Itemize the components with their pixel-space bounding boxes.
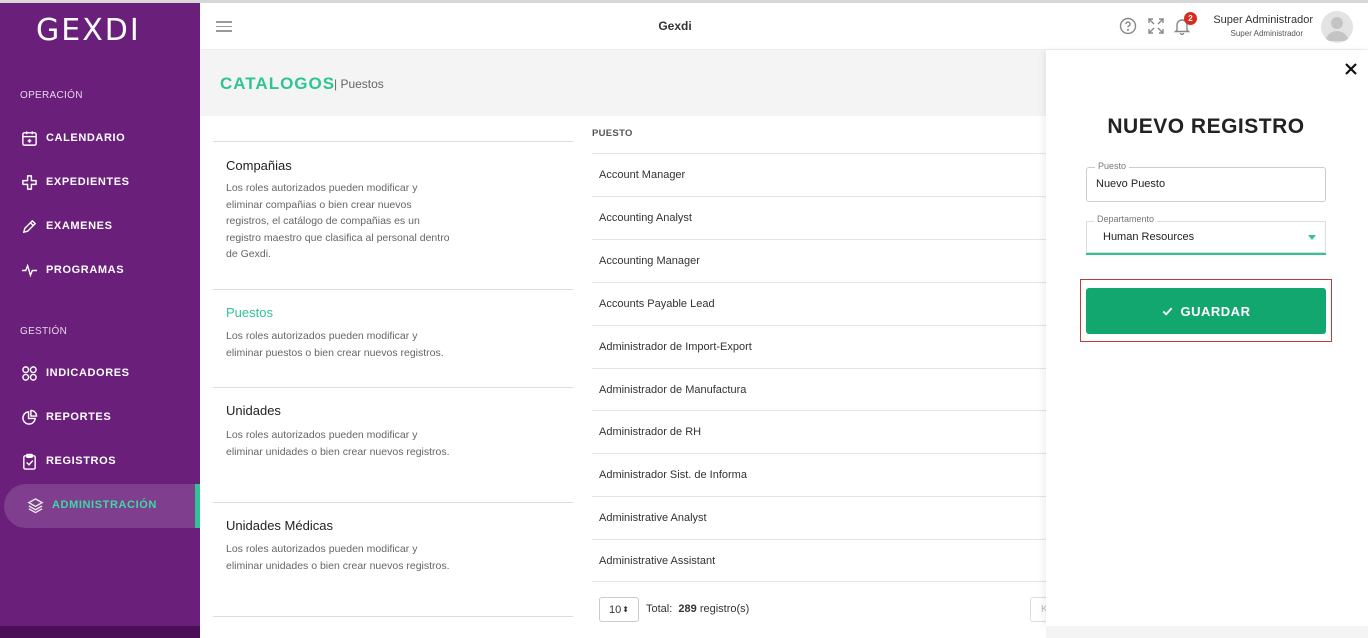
sidebar-item-label: EXAMENES: [46, 220, 113, 232]
sidebar-item-indicadores[interactable]: INDICADORES: [20, 358, 190, 388]
top-header: Gexdi 2 Super Administrador Super Admini…: [200, 3, 1368, 50]
save-button[interactable]: GUARDAR: [1086, 288, 1326, 334]
catalog-item-unidades-medicas[interactable]: Unidades Médicas Los roles autorizados p…: [213, 502, 573, 617]
catalog-description: Los roles autorizados pueden modificar y…: [226, 543, 450, 572]
table-row[interactable]: Administrador de Import-Export: [592, 325, 1046, 368]
sidebar-item-label: PROGRAMAS: [46, 264, 125, 276]
table-row[interactable]: Accounting Manager: [592, 239, 1046, 282]
sidebar-item-registros[interactable]: REGISTROS: [20, 446, 190, 476]
page-size-value: 10: [609, 603, 622, 616]
sort-arrows-icon: ⬍: [622, 605, 629, 614]
close-icon[interactable]: [1343, 61, 1359, 77]
save-button-label: GUARDAR: [1180, 303, 1251, 319]
dropdown-arrow-icon: [1308, 235, 1316, 240]
user-role: Super Administrador: [1230, 29, 1303, 38]
help-icon[interactable]: [1119, 17, 1137, 35]
catalog-title[interactable]: Unidades: [226, 403, 281, 418]
section-label-gestion: GESTIÓN: [20, 326, 68, 337]
panel-bottom-strip: [1046, 626, 1368, 638]
column-header-puesto[interactable]: PUESTO: [592, 128, 633, 139]
catalog-card: Compañias Los roles autorizados pueden m…: [200, 116, 1046, 638]
sidebar-item-expedientes[interactable]: EXPEDIENTES: [20, 167, 190, 197]
section-label-operacion: OPERACIÓN: [20, 90, 83, 101]
catalog-title[interactable]: Unidades Médicas: [226, 518, 333, 533]
catalog-item-unidades[interactable]: Unidades Los roles autorizados pueden mo…: [213, 387, 573, 502]
sidebar-item-reportes[interactable]: REPORTES: [20, 402, 190, 432]
departamento-select[interactable]: Departamento Human Resources: [1086, 214, 1326, 255]
sidebar-item-label: REPORTES: [46, 411, 112, 423]
page-size-select[interactable]: 10 ⬍: [599, 597, 639, 622]
pencil-icon: [20, 217, 38, 235]
total-records: Total: 289 registro(s): [646, 603, 749, 615]
catalog-title[interactable]: Compañias: [226, 158, 292, 173]
puesto-input[interactable]: Nuevo Puesto: [1096, 178, 1165, 190]
layers-icon: [26, 496, 44, 514]
grid-icon: [20, 364, 38, 382]
pie-chart-icon: [20, 408, 38, 426]
avatar[interactable]: [1321, 11, 1353, 43]
puesto-field[interactable]: Puesto Nuevo Puesto: [1086, 161, 1326, 202]
table-row[interactable]: Administrative Analyst: [592, 496, 1046, 539]
table-row[interactable]: Accounts Payable Lead: [592, 282, 1046, 325]
departamento-value: Human Resources: [1103, 231, 1195, 243]
sidebar-item-label: ADMINISTRACIÓN: [52, 499, 157, 511]
total-label: Total:: [646, 603, 673, 615]
puesto-label: Puesto: [1095, 161, 1130, 171]
table-row[interactable]: Administrador Sist. de Informa: [592, 453, 1046, 496]
table-row[interactable]: Account Manager: [592, 153, 1046, 196]
app-logo[interactable]: GEXDI: [36, 13, 141, 48]
catalog-title[interactable]: Puestos: [226, 305, 273, 320]
new-record-panel: NUEVO REGISTRO Puesto Nuevo Puesto Depar…: [1046, 50, 1368, 626]
sidebar-footer: [0, 626, 200, 638]
sidebar: GEXDI OPERACIÓN CALENDARIO EXPEDIENTES E…: [0, 3, 200, 638]
page-title: CATALOGOS: [220, 74, 336, 93]
catalog-description: Los roles autorizados pueden modificar y…: [226, 182, 450, 260]
user-name[interactable]: Super Administrador: [1213, 14, 1313, 26]
table-row[interactable]: Administrative Assistant: [592, 539, 1046, 582]
catalog-description: Los roles autorizados pueden modificar y…: [226, 429, 450, 458]
sidebar-item-label: CALENDARIO: [46, 132, 126, 144]
sidebar-item-label: INDICADORES: [46, 367, 130, 379]
sidebar-item-administracion[interactable]: ADMINISTRACIÓN: [26, 490, 196, 520]
sidebar-item-calendario[interactable]: CALENDARIO: [20, 123, 190, 153]
table-row[interactable]: Administrador de Manufactura: [592, 368, 1046, 411]
notification-badge: 2: [1184, 12, 1197, 25]
sidebar-item-label: REGISTROS: [46, 455, 117, 467]
sidebar-item-label: EXPEDIENTES: [46, 176, 130, 188]
panel-title: NUEVO REGISTRO: [1107, 115, 1305, 138]
sidebar-item-programas[interactable]: PROGRAMAS: [20, 255, 190, 285]
fullscreen-icon[interactable]: [1147, 17, 1165, 35]
departamento-label: Departamento: [1094, 214, 1158, 224]
sidebar-item-examenes[interactable]: EXAMENES: [20, 211, 190, 241]
total-suffix: registro(s): [699, 603, 750, 615]
catalog-description: Los roles autorizados pueden modificar y…: [226, 330, 444, 359]
check-icon: [1162, 307, 1172, 316]
total-count: 289: [678, 603, 697, 615]
app-title: Gexdi: [658, 19, 692, 33]
table-row[interactable]: Accounting Analyst: [592, 196, 1046, 239]
page-subtitle: | Puestos: [334, 77, 384, 91]
catalog-item-companias[interactable]: Compañias Los roles autorizados pueden m…: [213, 141, 573, 289]
pagination-prev-button[interactable]: K: [1030, 597, 1046, 622]
medical-cross-icon: [20, 173, 38, 191]
clipboard-icon: [20, 452, 38, 470]
calendar-icon: [20, 129, 38, 147]
table-row[interactable]: Administrador de RH: [592, 410, 1046, 453]
catalog-item-puestos[interactable]: Puestos Los roles autorizados pueden mod…: [213, 289, 573, 387]
pulse-icon: [20, 261, 38, 279]
